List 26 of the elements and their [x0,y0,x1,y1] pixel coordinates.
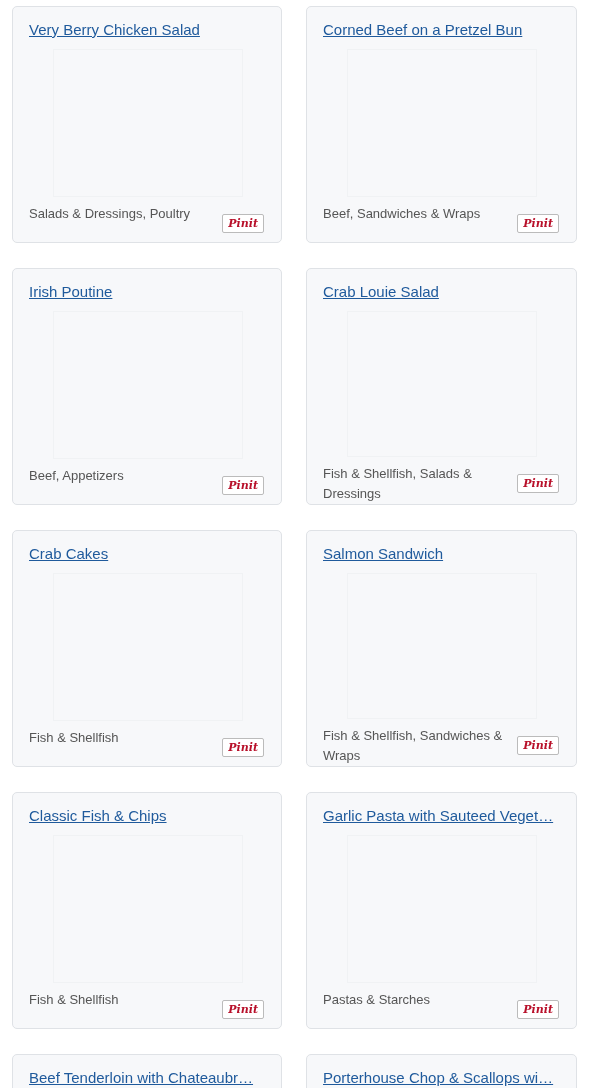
pin-it-button[interactable]: Pinit [222,738,264,757]
recipe-categories: Pastas & Starches [323,991,430,1009]
recipe-categories: Salads & Dressings, Poultry [29,205,191,223]
pin-it-button[interactable]: Pinit [222,214,264,233]
recipe-title-link[interactable]: Porterhouse Chop & Scallops wi… [323,1069,554,1087]
recipe-categories: Fish & Shellfish, Salads & Dressings [323,465,473,503]
pin-it-button[interactable]: Pinit [517,214,559,233]
recipe-title-link[interactable]: Irish Poutine [29,283,113,301]
recipe-title-link[interactable]: Corned Beef on a Pretzel Bun [323,21,523,39]
pin-it-button[interactable]: Pinit [517,1000,559,1019]
recipe-title-link[interactable]: Crab Louie Salad [323,283,439,301]
pin-it-button[interactable]: Pinit [517,474,559,493]
pin-it-button[interactable]: Pinit [222,476,264,495]
recipe-title-link[interactable]: Very Berry Chicken Salad [29,21,200,39]
recipe-categories: Beef, Appetizers [29,467,124,485]
recipe-title-link[interactable]: Classic Fish & Chips [29,807,167,825]
pin-it-button[interactable]: Pinit [517,736,559,755]
recipe-categories: Beef, Sandwiches & Wraps [323,205,481,223]
recipe-title-link[interactable]: Garlic Pasta with Sauteed Veget… [323,807,554,825]
recipe-categories: Fish & Shellfish [29,991,119,1009]
recipe-title-link[interactable]: Salmon Sandwich [323,545,444,563]
recipe-categories: Fish & Shellfish [29,729,119,747]
recipe-categories: Fish & Shellfish, Sandwiches & Wraps [323,727,504,765]
pin-it-button[interactable]: Pinit [222,1000,264,1019]
recipe-title-link[interactable]: Beef Tenderloin with Chateaubr… [29,1069,254,1087]
recipe-title-link[interactable]: Crab Cakes [29,545,109,563]
